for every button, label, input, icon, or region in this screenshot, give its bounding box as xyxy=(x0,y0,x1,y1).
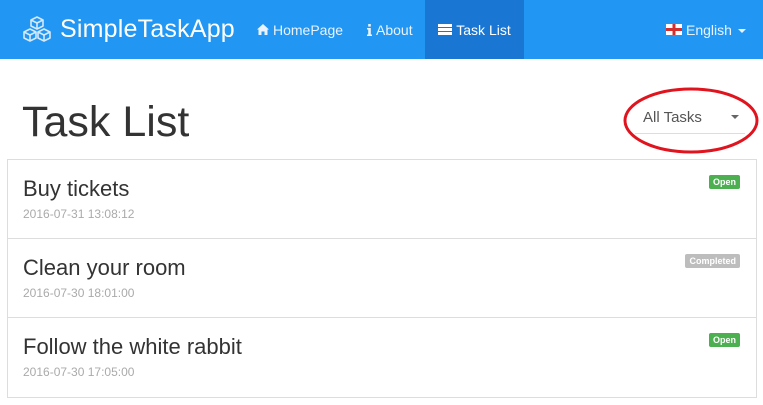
brand-link[interactable]: SimpleTaskApp xyxy=(22,0,235,59)
top-navbar: SimpleTaskApp HomePage About Task List E… xyxy=(0,0,763,59)
nav-homepage-label: HomePage xyxy=(273,21,344,38)
nav-task-list-label: Task List xyxy=(456,21,511,38)
language-label: English xyxy=(686,21,732,38)
nav-homepage[interactable]: HomePage xyxy=(257,0,343,59)
task-date: 2016-07-30 17:05:00 xyxy=(23,365,135,379)
nav-task-list[interactable]: Task List xyxy=(425,0,524,59)
task-item[interactable]: Buy tickets 2016-07-31 13:08:12 Open xyxy=(8,160,756,239)
task-item[interactable]: Clean your room 2016-07-30 18:01:00 Comp… xyxy=(8,239,756,318)
status-badge: Open xyxy=(708,333,740,347)
language-dropdown[interactable]: English xyxy=(666,0,746,59)
status-badge: Completed xyxy=(685,254,740,268)
nav-about[interactable]: About xyxy=(367,0,413,59)
task-item[interactable]: Follow the white rabbit 2016-07-30 17:05… xyxy=(8,318,756,397)
england-flag-icon xyxy=(666,24,682,35)
task-filter-select[interactable]: All Tasks xyxy=(635,101,745,134)
brand-name: SimpleTaskApp xyxy=(60,15,235,43)
page-title: Task List xyxy=(22,98,190,146)
home-icon xyxy=(257,24,269,35)
info-icon xyxy=(367,23,372,36)
status-badge: Open xyxy=(708,175,740,189)
chevron-down-icon xyxy=(737,28,746,33)
nav-about-label: About xyxy=(376,21,413,38)
task-date: 2016-07-31 13:08:12 xyxy=(23,207,135,221)
task-title: Buy tickets xyxy=(23,176,130,201)
cubes-icon xyxy=(23,15,51,42)
task-list: Buy tickets 2016-07-31 13:08:12 Open Cle… xyxy=(7,159,757,398)
list-icon xyxy=(438,24,453,35)
task-date: 2016-07-30 18:01:00 xyxy=(23,286,135,300)
chevron-down-icon xyxy=(731,115,739,119)
task-title: Clean your room xyxy=(23,255,186,280)
task-title: Follow the white rabbit xyxy=(23,334,242,359)
task-filter-value: All Tasks xyxy=(643,108,702,126)
